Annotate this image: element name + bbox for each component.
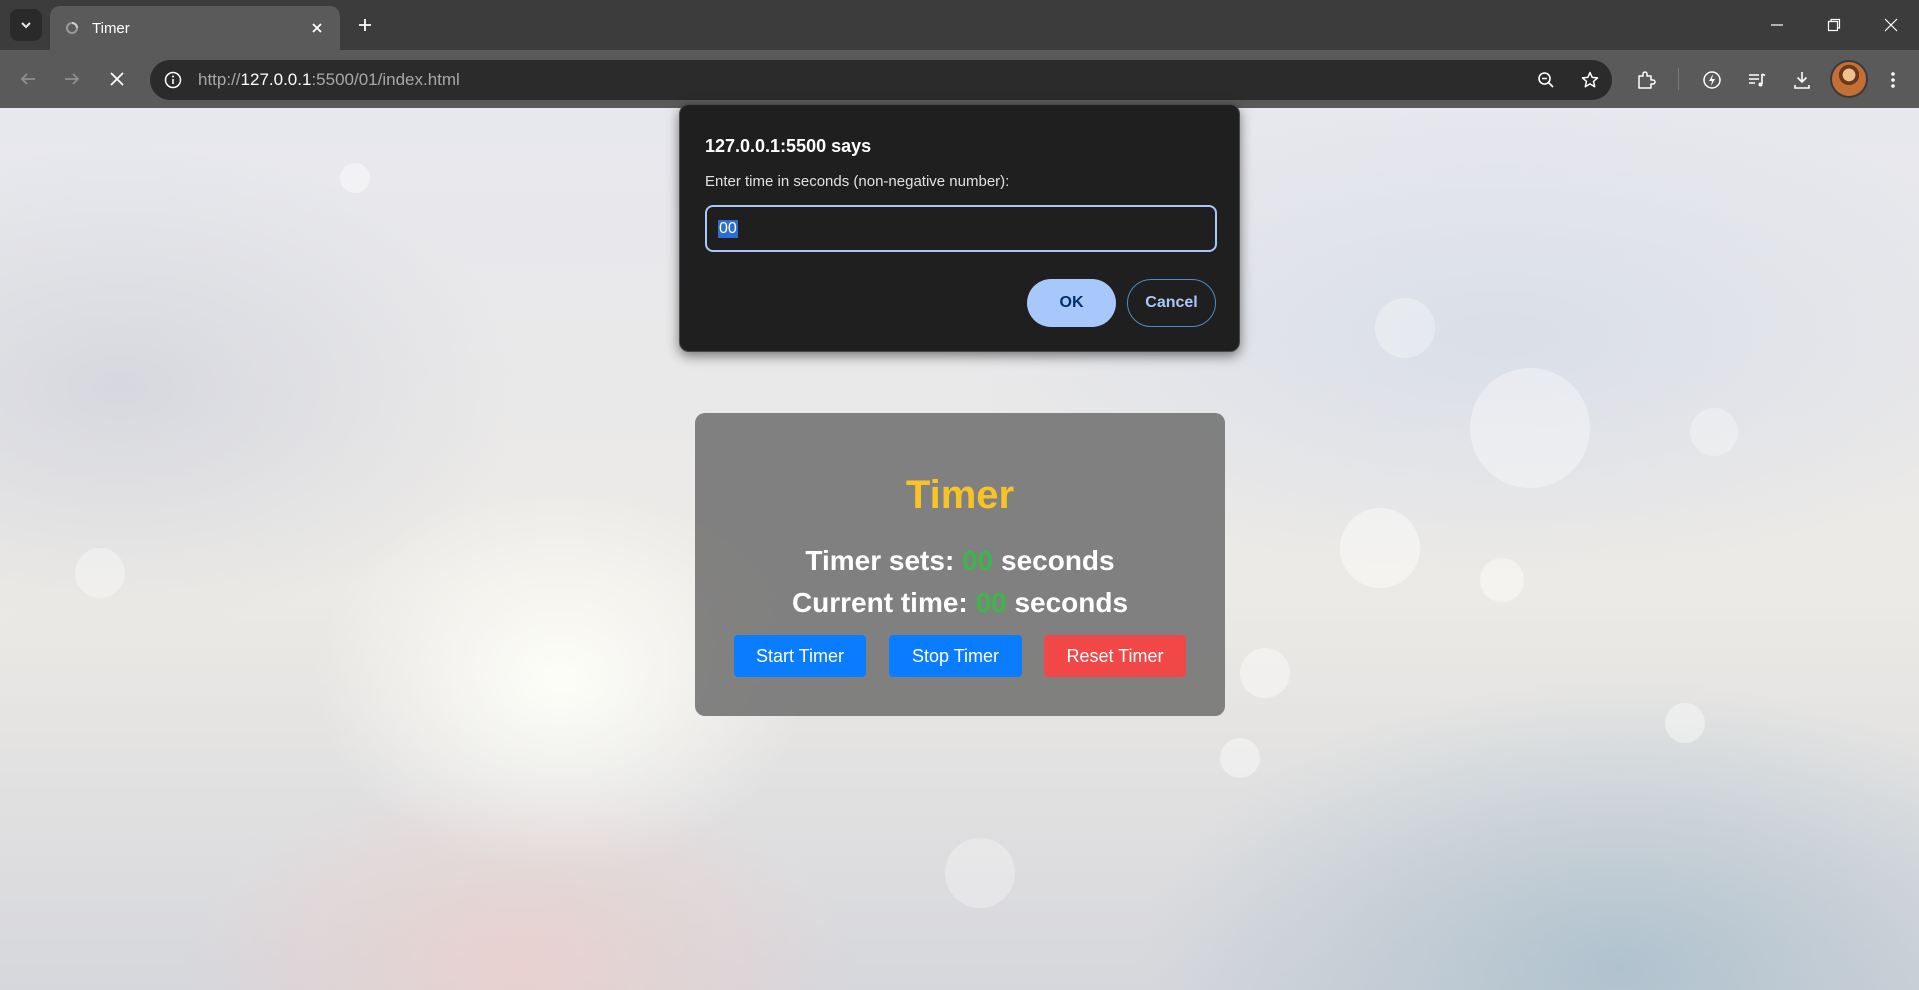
site-info-icon[interactable] — [156, 65, 190, 95]
stop-loading-button[interactable] — [101, 63, 133, 95]
download-icon[interactable] — [1785, 63, 1819, 97]
arrow-right-icon — [65, 73, 80, 85]
url-path: :5500/01/index.html — [311, 70, 460, 89]
bokeh-light — [75, 548, 125, 598]
plus-icon — [359, 19, 371, 31]
start-timer-button[interactable]: Start Timer — [734, 635, 866, 677]
current-time-line: Current time: 00 seconds — [695, 587, 1225, 619]
cancel-button[interactable]: Cancel — [1127, 279, 1216, 327]
close-icon — [110, 72, 124, 86]
dialog-title: 127.0.0.1:5500 says — [705, 136, 872, 156]
bokeh-light — [1470, 368, 1590, 488]
media-controls-icon[interactable] — [1740, 63, 1774, 97]
prompt-dialog: 127.0.0.1:5500 says Enter time in second… — [679, 104, 1240, 352]
bokeh-light — [1220, 738, 1260, 778]
extensions-icon[interactable] — [1629, 63, 1663, 97]
arrow-left-icon — [20, 73, 35, 85]
address-bar[interactable]: http://127.0.0.1:5500/01/index.html — [150, 60, 1612, 100]
browser-toolbar: http://127.0.0.1:5500/01/index.html — [0, 50, 1919, 108]
close-icon — [312, 23, 322, 33]
url-scheme: http:// — [198, 70, 241, 89]
url-text: http://127.0.0.1:5500/01/index.html — [198, 70, 1524, 90]
timer-sets-unit: seconds — [1001, 545, 1115, 576]
new-tab-button[interactable] — [349, 9, 381, 41]
toolbar-divider — [1678, 68, 1679, 90]
tab-title: Timer — [92, 19, 130, 37]
performance-icon[interactable] — [1695, 63, 1729, 97]
timer-card: Timer Timer sets: 00 seconds Current tim… — [695, 413, 1225, 716]
bokeh-light — [1480, 558, 1524, 602]
timer-sets-line: Timer sets: 00 seconds — [695, 545, 1225, 577]
tab-strip: Timer — [0, 0, 1919, 50]
tab-search-button[interactable] — [10, 9, 42, 41]
menu-kebab-icon[interactable] — [1876, 63, 1910, 97]
restore-button[interactable] — [1806, 0, 1862, 50]
prompt-input[interactable]: 00 — [705, 205, 1217, 252]
close-window-button[interactable] — [1863, 0, 1919, 50]
tab-timer[interactable]: Timer — [50, 6, 340, 50]
stop-timer-button[interactable]: Stop Timer — [889, 635, 1022, 677]
minimize-button[interactable] — [1749, 0, 1805, 50]
current-time-unit: seconds — [1014, 587, 1129, 618]
current-time-label: Current time: — [791, 587, 968, 618]
timer-sets-label: Timer sets: — [805, 545, 955, 576]
back-button[interactable] — [12, 63, 44, 95]
page-title: Timer — [905, 473, 1015, 517]
prompt-input-value: 00 — [718, 219, 738, 238]
bokeh-light — [1690, 408, 1738, 456]
url-host: 127.0.0.1 — [240, 70, 312, 89]
restore-icon — [1827, 18, 1841, 32]
forward-button[interactable] — [56, 63, 88, 95]
chevron-down-icon — [21, 22, 31, 29]
reset-timer-button[interactable]: Reset Timer — [1044, 635, 1186, 677]
bokeh-light — [1240, 648, 1290, 698]
ok-button[interactable]: OK — [1027, 279, 1116, 327]
timer-sets-value: 00 — [962, 545, 994, 576]
tab-close-button[interactable] — [306, 17, 328, 39]
bokeh-light — [1375, 298, 1435, 358]
current-time-value: 00 — [975, 587, 1007, 618]
bookmark-star-icon[interactable] — [1568, 63, 1612, 97]
bokeh-light — [1665, 703, 1705, 743]
minimize-icon — [1771, 24, 1783, 26]
zoom-out-icon[interactable] — [1524, 63, 1568, 97]
bokeh-light — [1340, 508, 1420, 588]
close-icon — [1884, 18, 1898, 32]
bokeh-light — [340, 163, 370, 193]
dialog-message: Enter time in seconds (non-negative numb… — [705, 173, 1010, 190]
bokeh-light — [945, 838, 1015, 908]
profile-avatar[interactable] — [1830, 60, 1868, 98]
loading-spinner-icon — [64, 20, 80, 36]
